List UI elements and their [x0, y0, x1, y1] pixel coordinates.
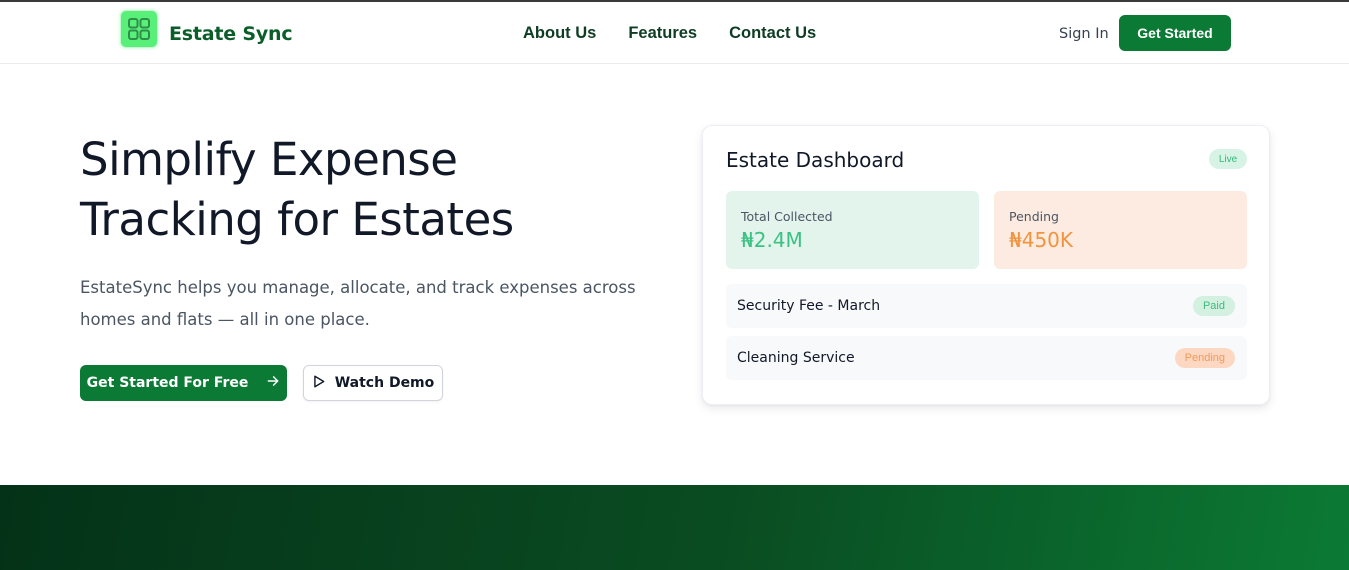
get-started-free-label: Get Started For Free [86, 375, 249, 391]
dashboard-title: Estate Dashboard [726, 148, 905, 172]
brand-logo[interactable]: Estate Sync [120, 10, 293, 48]
brand-name: Estate Sync [169, 23, 293, 45]
nav-contact-us[interactable]: Contact Us [729, 24, 816, 43]
get-started-free-button[interactable]: Get Started For Free [80, 365, 287, 401]
site-header: Estate Sync About Us Features Contact Us… [0, 2, 1349, 64]
nav-features[interactable]: Features [628, 24, 697, 43]
live-badge: Live [1209, 149, 1247, 169]
hero-subtitle-line-1: EstateSync helps you manage, allocate, a… [80, 278, 636, 297]
sign-in-link[interactable]: Sign In [1059, 26, 1109, 42]
list-item: Security Fee - March Paid [726, 284, 1247, 328]
hero-title: Simplify Expense Tracking for Estates [80, 130, 640, 250]
estate-dashboard-card: Estate Dashboard Live Total Collected ₦2… [702, 125, 1270, 405]
item-label: Security Fee - March [737, 298, 881, 314]
get-started-button[interactable]: Get Started [1119, 15, 1231, 51]
stat-pending: Pending ₦450K [994, 191, 1247, 269]
status-badge: Pending [1174, 348, 1235, 368]
hero-title-line-1: Simplify Expense [80, 133, 458, 186]
watch-demo-button[interactable]: Watch Demo [303, 365, 443, 401]
stat-label: Pending [1009, 209, 1059, 224]
green-section-band [0, 485, 1349, 570]
play-icon [312, 374, 326, 393]
nav-about-us[interactable]: About Us [523, 24, 596, 43]
stat-value: ₦450K [1009, 228, 1074, 252]
hero-subtitle: EstateSync helps you manage, allocate, a… [80, 272, 640, 336]
item-label: Cleaning Service [737, 350, 855, 366]
watch-demo-label: Watch Demo [334, 375, 435, 391]
stat-value: ₦2.4M [741, 228, 803, 252]
hero-subtitle-line-2: homes and flats — all in one place. [80, 310, 370, 329]
list-item: Cleaning Service Pending [726, 336, 1247, 380]
arrow-right-icon [266, 374, 280, 392]
stat-total-collected: Total Collected ₦2.4M [726, 191, 979, 269]
main-nav: About Us Features Contact Us [523, 24, 816, 43]
hero-title-line-2: Tracking for Estates [80, 193, 514, 246]
status-badge: Paid [1192, 296, 1235, 316]
grid-icon [120, 10, 158, 48]
stat-label: Total Collected [741, 209, 833, 224]
